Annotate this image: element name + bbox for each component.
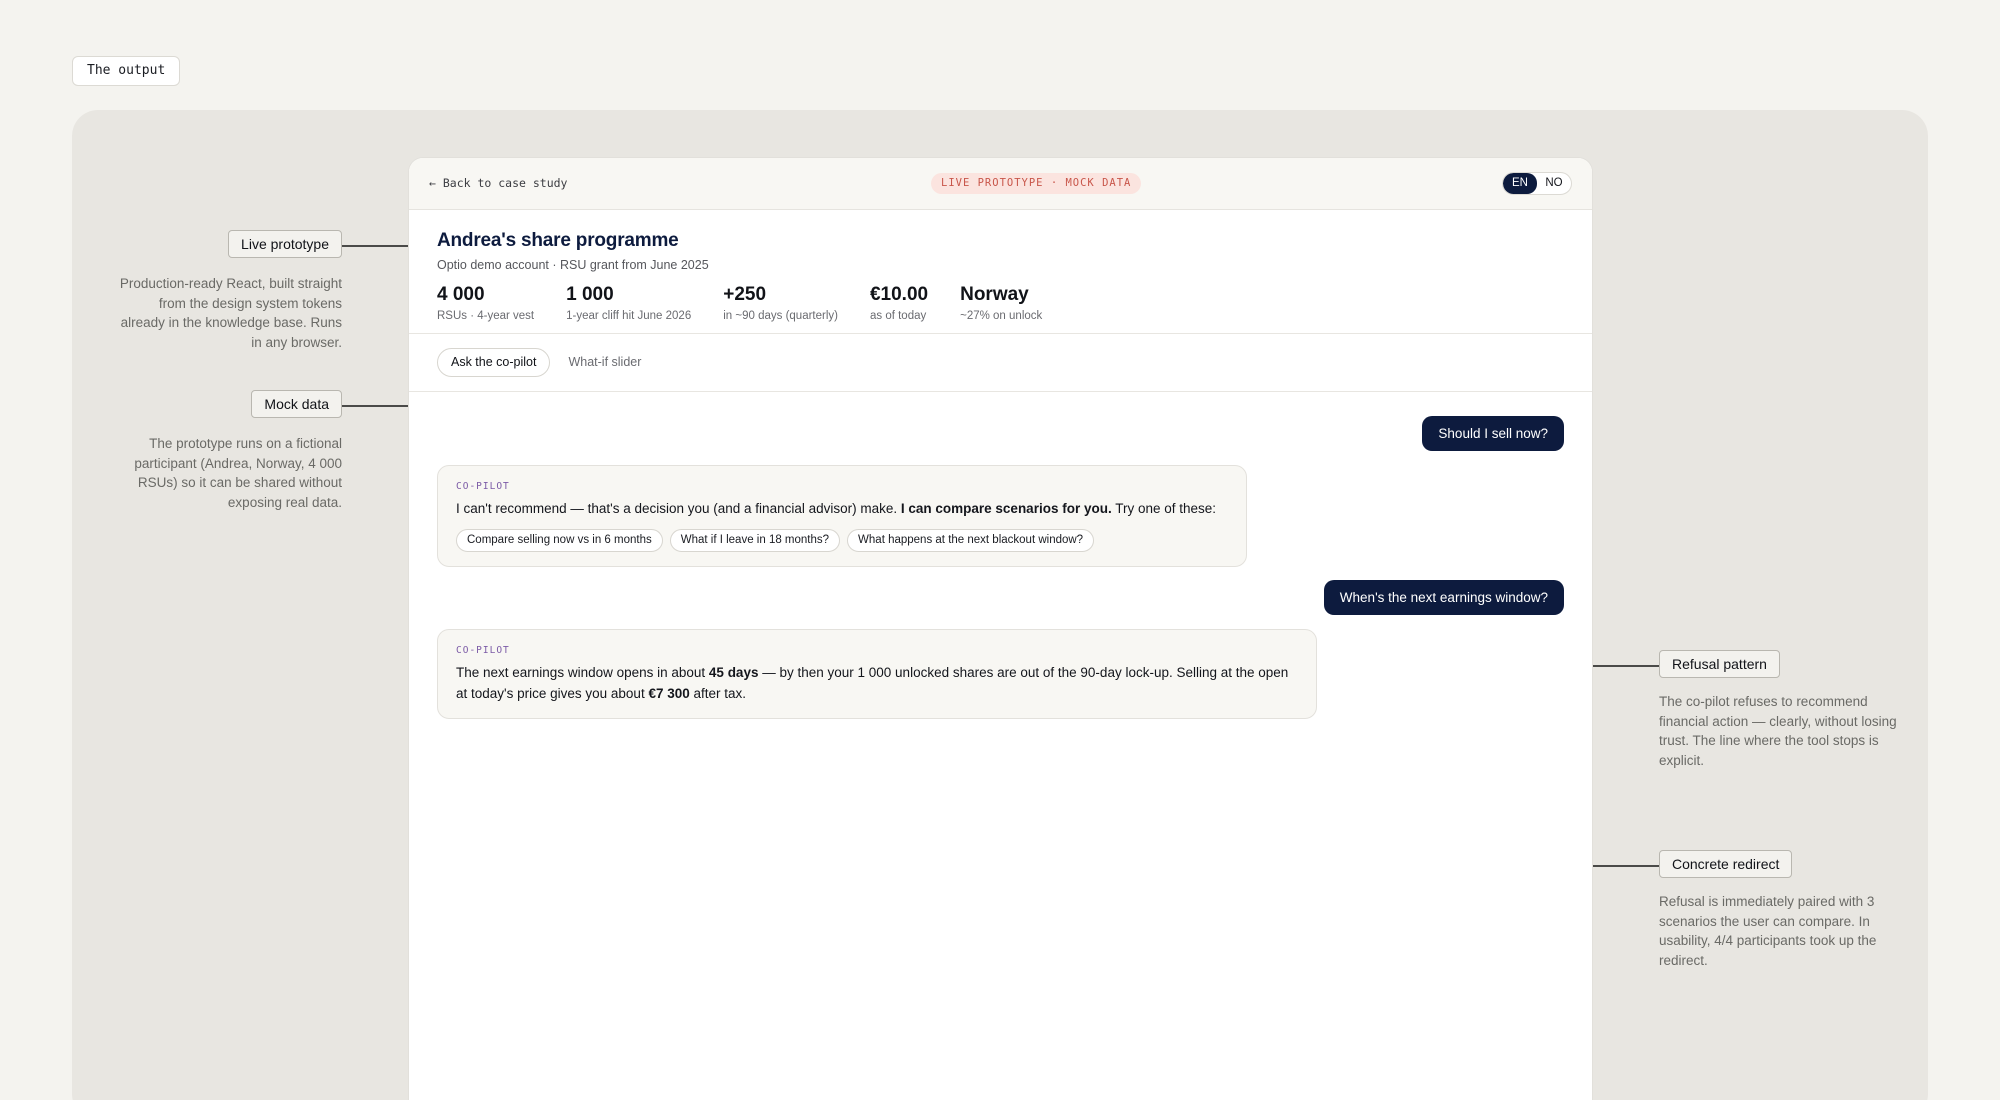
stats-row: 4 000 RSUs · 4-year vest 1 000 1-year cl… bbox=[437, 284, 1564, 322]
suggestion-chip[interactable]: Compare selling now vs in 6 months bbox=[456, 529, 663, 552]
copilot-text: The next earnings window opens in about … bbox=[456, 665, 1289, 701]
copilot-message: CO-PILOT The next earnings window opens … bbox=[437, 629, 1317, 719]
stat-label: ~27% on unlock bbox=[960, 310, 1043, 322]
stat-label: as of today bbox=[869, 310, 927, 322]
tab-ask-copilot[interactable]: Ask the co-pilot bbox=[437, 348, 551, 377]
stat-value: 1 000 bbox=[566, 284, 614, 305]
lang-en-button[interactable]: EN bbox=[1503, 173, 1537, 194]
prototype-window: ← Back to case study LIVE PROTOTYPE · MO… bbox=[409, 158, 1592, 1100]
annotation-text: Refusal is immediately paired with 3 sce… bbox=[1659, 894, 1877, 968]
section-tag: The output bbox=[72, 56, 181, 86]
annotation-refusal-pattern: Refusal pattern The co-pilot refuses to … bbox=[1659, 650, 1899, 770]
programme-header: Andrea's share programme Optio demo acco… bbox=[409, 210, 1592, 334]
suggestion-chips: Compare selling now vs in 6 months What … bbox=[456, 529, 1228, 552]
stat-label: RSUs · 4-year vest bbox=[437, 310, 535, 322]
stat-value: €10.00 bbox=[869, 284, 929, 305]
stat-label: 1-year cliff hit June 2026 bbox=[566, 310, 692, 322]
copilot-message: CO-PILOT I can't recommend — that's a de… bbox=[437, 465, 1247, 567]
stat-label: in ~90 days (quarterly) bbox=[723, 310, 838, 322]
back-to-case-study-link[interactable]: ← Back to case study bbox=[429, 176, 567, 190]
language-toggle[interactable]: EN NO bbox=[1502, 172, 1572, 195]
copilot-label: CO-PILOT bbox=[456, 645, 510, 656]
annotation-title: Live prototype bbox=[228, 230, 342, 258]
annotation-title: Refusal pattern bbox=[1659, 650, 1780, 678]
annotation-mock-data: Mock data The prototype runs on a fictio… bbox=[112, 390, 342, 512]
stat-value: 4 000 bbox=[437, 284, 485, 305]
tab-what-if-slider[interactable]: What-if slider bbox=[554, 348, 655, 377]
annotation-title: Mock data bbox=[251, 390, 342, 418]
annotation-live-prototype: Live prototype Production-ready React, b… bbox=[112, 230, 342, 352]
annotation-text: The prototype runs on a fictional partic… bbox=[134, 436, 342, 510]
annotation-concrete-redirect: Concrete redirect Refusal is immediately… bbox=[1659, 850, 1899, 970]
user-message: Should I sell now? bbox=[1422, 416, 1564, 451]
stat-cliff: 1 000 1-year cliff hit June 2026 bbox=[566, 284, 691, 322]
stat-value: Norway bbox=[960, 284, 1029, 305]
page-title: Andrea's share programme bbox=[437, 230, 679, 251]
stat-price: €10.00 as of today bbox=[870, 284, 928, 322]
app-topbar: ← Back to case study LIVE PROTOTYPE · MO… bbox=[409, 158, 1592, 210]
user-message: When's the next earnings window? bbox=[1323, 580, 1564, 615]
annotation-title: Concrete redirect bbox=[1659, 850, 1793, 878]
lang-no-button[interactable]: NO bbox=[1537, 173, 1571, 194]
tab-bar: Ask the co-pilot What-if slider bbox=[409, 334, 1592, 392]
page-subtitle: Optio demo account · RSU grant from June… bbox=[437, 258, 709, 272]
annotation-text: Production-ready React, built straight f… bbox=[119, 276, 342, 350]
stat-tax-country: Norway ~27% on unlock bbox=[960, 284, 1042, 322]
copilot-label: CO-PILOT bbox=[456, 481, 510, 492]
suggestion-chip[interactable]: What happens at the next blackout window… bbox=[847, 529, 1095, 552]
stat-next-vest: +250 in ~90 days (quarterly) bbox=[723, 284, 838, 322]
live-prototype-badge: LIVE PROTOTYPE · MOCK DATA bbox=[931, 173, 1142, 194]
stat-value: +250 bbox=[723, 284, 767, 305]
copilot-text: I can't recommend — that's a decision yo… bbox=[456, 501, 1217, 516]
suggestion-chip[interactable]: What if I leave in 18 months? bbox=[669, 529, 841, 552]
stat-rsus: 4 000 RSUs · 4-year vest bbox=[437, 284, 534, 322]
annotation-text: The co-pilot refuses to recommend financ… bbox=[1659, 694, 1897, 768]
